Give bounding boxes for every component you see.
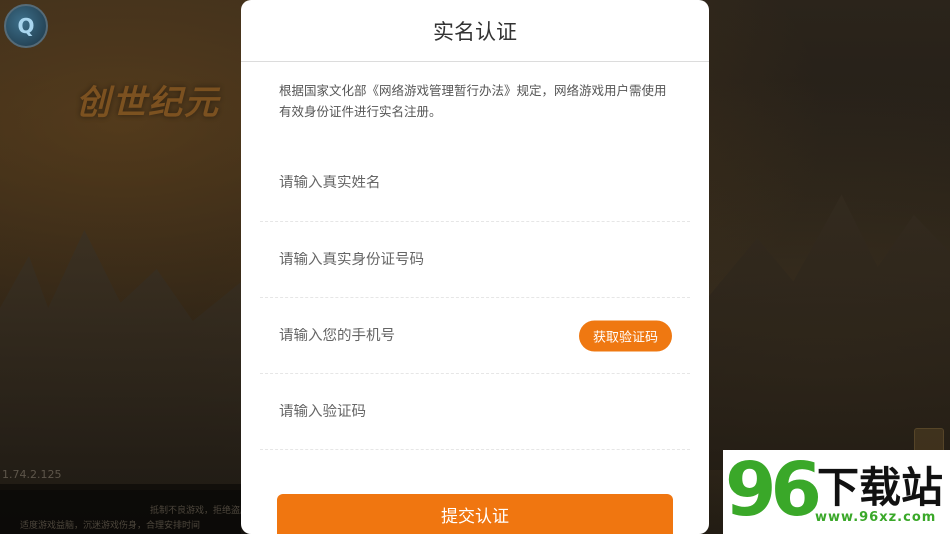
submit-auth-button[interactable]: 提交认证: [277, 494, 673, 534]
regulation-notice: 根据国家文化部《网络游戏管理暂行办法》规定，网络游戏用户需使用有效身份证件进行实…: [279, 83, 667, 119]
castle-silhouette-right: [709, 194, 950, 470]
version-label: 1.74.2.125: [2, 468, 62, 481]
name-field-row: [260, 145, 690, 222]
real-name-auth-dialog: 实名认证 根据国家文化部《网络游戏管理暂行办法》规定，网络游戏用户需使用有效身份…: [241, 0, 709, 534]
watermark-text: 下载站: [817, 463, 944, 512]
get-code-button[interactable]: 获取验证码: [578, 320, 672, 351]
game-logo: 创世纪元: [76, 82, 220, 123]
watermark-number: 96: [725, 447, 822, 533]
verification-code-input[interactable]: [260, 403, 690, 420]
dialog-header: 实名认证: [241, 0, 709, 62]
id-number-input[interactable]: [260, 251, 690, 268]
app-logo-icon[interactable]: Q: [4, 4, 48, 48]
code-field-row: [260, 374, 690, 450]
real-name-input[interactable]: [260, 175, 690, 191]
site-watermark: 96 下载站 www.96xz.com: [723, 447, 950, 534]
id-field-row: [260, 222, 690, 298]
dialog-title: 实名认证: [433, 19, 517, 44]
background-footer-line2: 适度游戏益脑，沉迷游戏伤身，合理安排时间: [20, 521, 201, 531]
castle-silhouette-left: [0, 230, 241, 490]
phone-field-row: 获取验证码: [260, 298, 690, 374]
watermark-url: www.96xz.com: [815, 510, 937, 525]
